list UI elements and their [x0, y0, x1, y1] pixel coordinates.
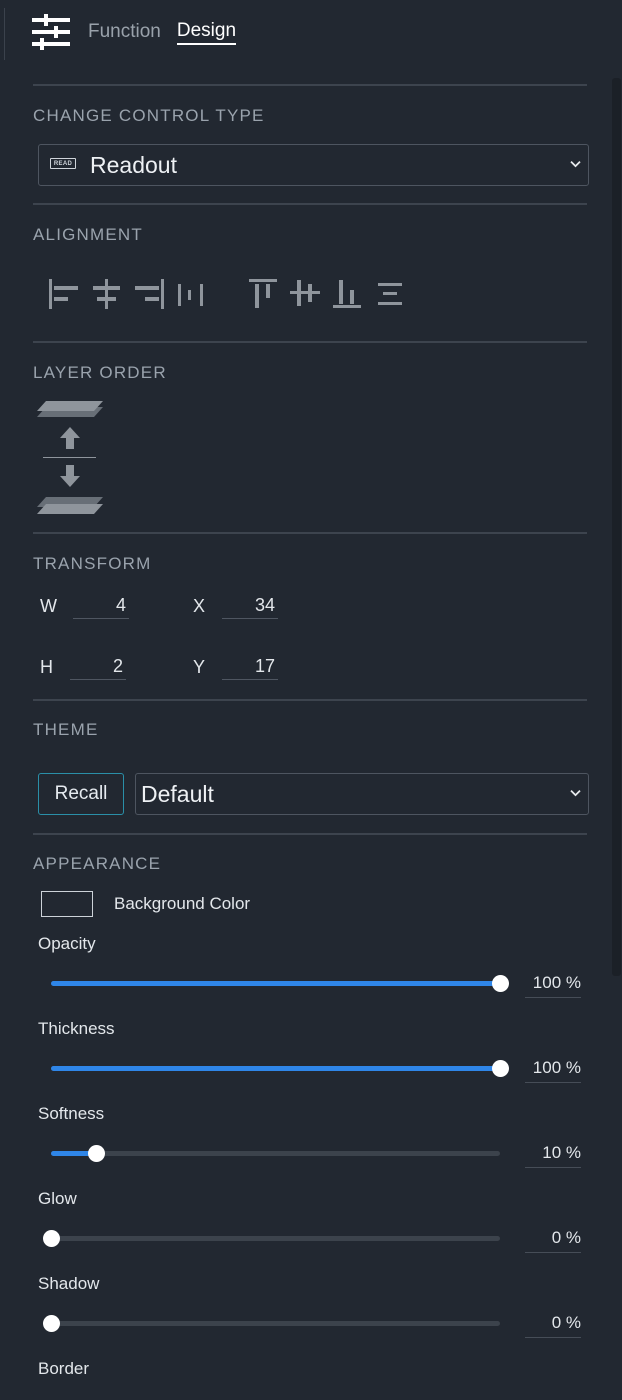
layer-separator [43, 457, 96, 458]
opacity-value[interactable]: 100 % [525, 973, 581, 998]
control-type-value: Readout [90, 151, 177, 178]
softness-slider[interactable] [51, 1145, 500, 1162]
theme-value: Default [141, 780, 214, 807]
distribute-vertical-icon[interactable] [374, 278, 406, 315]
thickness-slider-thumb[interactable] [492, 1060, 509, 1077]
height-input[interactable]: 2 [70, 656, 126, 680]
glow-slider-thumb[interactable] [43, 1230, 60, 1247]
send-to-back-icon[interactable] [36, 495, 104, 522]
theme-select[interactable]: Default [135, 773, 589, 815]
divider [33, 699, 587, 701]
softness-value[interactable]: 10 % [525, 1143, 581, 1168]
align-bottom-icon[interactable] [331, 278, 363, 315]
section-title-control-type: CHANGE CONTROL TYPE [33, 106, 265, 125]
move-forward-icon[interactable] [58, 425, 82, 456]
opacity-label: Opacity [38, 934, 96, 953]
scrollbar[interactable] [612, 78, 621, 976]
chevron-down-icon [570, 784, 581, 802]
divider [33, 833, 587, 835]
width-input[interactable]: 4 [73, 595, 129, 619]
tab-function[interactable]: Function [88, 21, 161, 43]
height-label: H [40, 657, 53, 677]
x-label: X [193, 596, 206, 616]
section-title-appearance: APPEARANCE [33, 854, 162, 873]
section-title-alignment: ALIGNMENT [33, 225, 143, 244]
glow-slider[interactable] [43, 1230, 500, 1247]
thickness-value[interactable]: 100 % [525, 1058, 581, 1083]
panel-header: Function Design [32, 12, 237, 52]
align-right-icon[interactable] [133, 278, 167, 315]
opacity-slider-fill [51, 981, 500, 986]
recall-button[interactable]: Recall [38, 773, 124, 815]
y-input[interactable]: 17 [222, 656, 278, 680]
shadow-label: Shadow [38, 1274, 100, 1293]
section-title-theme: THEME [33, 720, 99, 739]
softness-slider-thumb[interactable] [88, 1145, 105, 1162]
divider [33, 341, 587, 343]
opacity-slider[interactable] [51, 975, 509, 992]
design-panel-icon [32, 14, 72, 50]
section-title-layer-order: LAYER ORDER [33, 363, 167, 382]
panel-edge [4, 8, 5, 60]
glow-label: Glow [38, 1189, 77, 1208]
divider [33, 84, 587, 86]
align-left-icon[interactable] [47, 278, 81, 315]
shadow-slider[interactable] [43, 1315, 500, 1332]
background-color-label: Background Color [114, 894, 251, 913]
move-backward-icon[interactable] [58, 463, 82, 494]
divider [33, 532, 587, 534]
x-input[interactable]: 34 [222, 595, 278, 619]
control-type-select[interactable]: READ Readout [38, 144, 589, 186]
y-label: Y [193, 657, 206, 677]
thickness-slider-fill [51, 1066, 500, 1071]
thickness-label: Thickness [38, 1019, 115, 1038]
align-top-icon[interactable] [247, 278, 279, 315]
softness-label: Softness [38, 1104, 105, 1123]
divider [33, 203, 587, 205]
shadow-value[interactable]: 0 % [525, 1313, 581, 1338]
section-title-transform: TRANSFORM [33, 554, 152, 573]
opacity-slider-thumb[interactable] [492, 975, 509, 992]
align-middle-vertical-icon[interactable] [289, 278, 321, 315]
background-color-swatch[interactable] [41, 891, 93, 917]
align-center-horizontal-icon[interactable] [90, 278, 124, 315]
thickness-slider[interactable] [51, 1060, 509, 1077]
shadow-slider-thumb[interactable] [43, 1315, 60, 1332]
tab-design[interactable]: Design [176, 20, 237, 45]
readout-icon: READ [50, 158, 76, 169]
border-label: Border [38, 1359, 90, 1378]
width-label: W [40, 596, 57, 616]
distribute-horizontal-icon[interactable] [176, 278, 206, 315]
bring-to-front-icon[interactable] [36, 399, 104, 424]
glow-value[interactable]: 0 % [525, 1228, 581, 1253]
chevron-down-icon [570, 155, 581, 173]
